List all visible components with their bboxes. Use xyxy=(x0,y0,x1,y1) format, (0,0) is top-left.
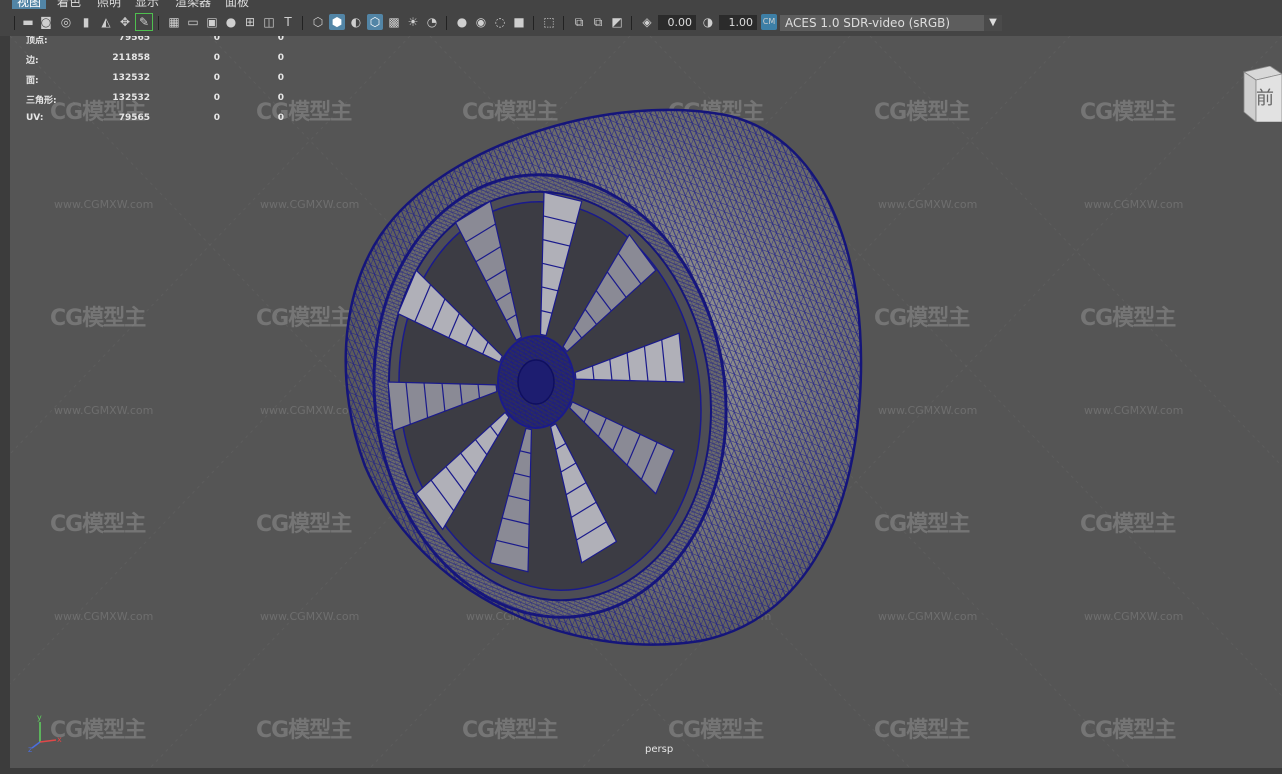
hud-row-edges: 边: 211858 0 0 xyxy=(26,53,284,66)
smooth-shade-icon[interactable]: ⬢ xyxy=(329,14,345,30)
menu-lighting[interactable]: 照明 xyxy=(92,0,126,9)
hud-row-vertices: 顶点: 79565 0 0 xyxy=(26,36,284,46)
wireframe-on-shaded-icon[interactable]: ⬡ xyxy=(367,14,383,30)
safe-title-icon[interactable]: T xyxy=(280,14,296,30)
3d-viewport[interactable]: CG模型主 CG模型主 CG模型主 CG模型主 CG模型主 CG模型主 CG模型主 CG模型主… xyxy=(10,36,1282,768)
wireframe-icon[interactable]: ⬡ xyxy=(310,14,326,30)
menu-view[interactable]: 视图 xyxy=(12,0,47,9)
toolbar-separator xyxy=(14,16,15,30)
select-camera-icon[interactable]: ▬ xyxy=(20,14,36,30)
viewport-toolbar: ▬ ◙ ◎ ▮ ◭ ✥ ✎ ▦ ▭ ▣ ● ⊞ ◫ T ⬡ ⬢ ◐ ⬡ ▩ ☀ … xyxy=(0,10,1282,36)
isolate-select-icon[interactable]: ⬚ xyxy=(541,14,557,30)
menu-renderer[interactable]: 渲染器 xyxy=(170,0,216,9)
menu-shading[interactable]: 着色 xyxy=(52,0,86,9)
textured-icon[interactable]: ▩ xyxy=(386,14,402,30)
toolbar-separator xyxy=(302,16,303,30)
depth-of-field-icon[interactable]: ■ xyxy=(511,14,527,30)
xray-active-components-icon[interactable]: ⧉ xyxy=(590,14,606,30)
xray-icon[interactable]: ⧉ xyxy=(571,14,587,30)
gamma-field[interactable]: 1.00 xyxy=(719,15,757,30)
exposure-field[interactable]: 0.00 xyxy=(658,15,696,30)
wheel-wireframe-model[interactable] xyxy=(10,36,1282,768)
view-cube[interactable]: 前 xyxy=(1236,66,1282,122)
wheel-hub xyxy=(497,335,575,429)
view-transform-label: ACES 1.0 SDR-video (sRGB) xyxy=(785,16,951,30)
grid-icon[interactable]: ▦ xyxy=(166,14,182,30)
resolution-gate-icon[interactable]: ▣ xyxy=(204,14,220,30)
toolbar-separator xyxy=(446,16,447,30)
viewport-left-border xyxy=(0,36,10,768)
camera-attributes-icon[interactable]: ◙ xyxy=(38,14,54,30)
menu-show[interactable]: 显示 xyxy=(130,0,164,9)
camera-bookmark-icon[interactable]: ▮ xyxy=(78,14,94,30)
viewport-bottom-border xyxy=(0,768,1282,774)
anti-aliasing-icon[interactable]: ◌ xyxy=(492,14,508,30)
bookmarks-icon[interactable]: ◎ xyxy=(58,14,74,30)
axis-y-label: y xyxy=(37,713,42,722)
toolbar-separator xyxy=(563,16,564,30)
chevron-down-icon: ▼ xyxy=(984,15,1002,31)
toolbar-separator xyxy=(158,16,159,30)
toolbar-separator xyxy=(631,16,632,30)
image-plane-icon[interactable]: ◭ xyxy=(98,14,114,30)
viewport-menu-bar: 视图 着色 照明 显示 渲染器 面板 xyxy=(0,0,1282,10)
exposure-icon[interactable]: ◈ xyxy=(639,14,655,30)
gamma-icon[interactable]: ◑ xyxy=(700,14,716,30)
toolbar-separator xyxy=(533,16,534,30)
screen-space-ao-icon[interactable]: ● xyxy=(454,14,470,30)
use-all-lights-icon[interactable]: ☀ xyxy=(405,14,421,30)
2d-pan-zoom-icon[interactable]: ✥ xyxy=(117,14,133,30)
view-cube-front-label: 前 xyxy=(1256,88,1274,109)
view-transform-dropdown[interactable]: ACES 1.0 SDR-video (sRGB) ▼ xyxy=(780,15,1002,31)
xray-joints-icon[interactable]: ◩ xyxy=(609,14,625,30)
hud-row-uvs: UV: 79565 0 0 xyxy=(26,113,284,123)
axis-x-label: x xyxy=(57,735,62,744)
motion-blur-icon[interactable]: ◉ xyxy=(473,14,489,30)
shadows-icon[interactable]: ◔ xyxy=(424,14,440,30)
gate-mask-icon[interactable]: ● xyxy=(223,14,239,30)
field-chart-icon[interactable]: ⊞ xyxy=(242,14,258,30)
camera-name-label: persp xyxy=(645,744,674,755)
hud-row-triangles: 三角形: 132532 0 0 xyxy=(26,93,284,106)
color-management-icon[interactable]: CM xyxy=(761,14,777,30)
axis-gizmo: y x z xyxy=(28,713,62,752)
menu-panels[interactable]: 面板 xyxy=(220,0,254,9)
grease-pencil-icon[interactable]: ✎ xyxy=(135,13,153,31)
safe-action-icon[interactable]: ◫ xyxy=(261,14,277,30)
axis-z-label: z xyxy=(28,745,32,752)
hud-row-faces: 面: 132532 0 0 xyxy=(26,73,284,86)
film-gate-icon[interactable]: ▭ xyxy=(185,14,201,30)
default-material-icon[interactable]: ◐ xyxy=(348,14,364,30)
